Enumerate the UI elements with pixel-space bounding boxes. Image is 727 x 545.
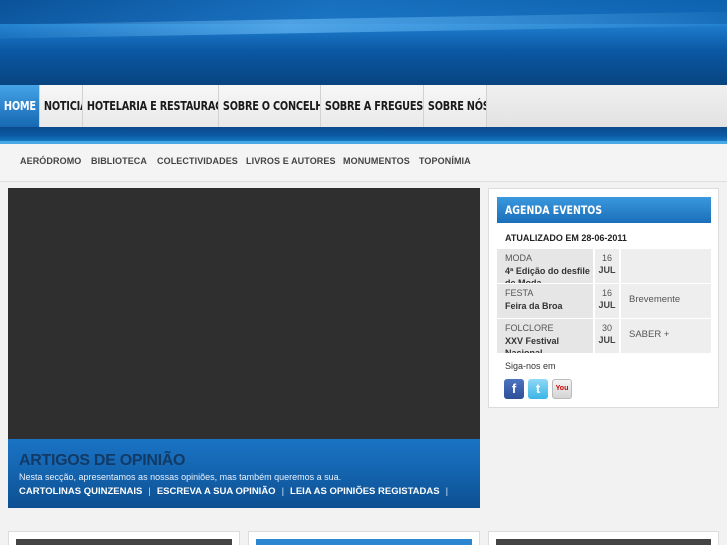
follow-label: Siga-nos em [505, 361, 556, 371]
event-category: MODA [505, 253, 532, 263]
sub-navigation: AERÓDROMO BIBLIOTECA COLECTIVIDADES LIVR… [0, 144, 727, 182]
event-month: JUL [598, 265, 616, 275]
facebook-glyph: f [511, 381, 517, 396]
event-action [621, 249, 711, 283]
subnav-toponimia[interactable]: TOPONÍMIA [419, 156, 471, 166]
slider-description: Nesta secção, apresentamos as nossas opi… [19, 472, 342, 482]
link-separator: | [281, 486, 285, 497]
twitter-glyph: t [535, 381, 541, 396]
event-day: 16 [601, 288, 612, 298]
subnav-livros-autores[interactable]: LIVROS E AUTORES [246, 156, 336, 166]
event-info: FESTA Feira da Broa [497, 284, 593, 318]
agenda-header: AGENDA EVENTOS [497, 197, 711, 223]
event-title[interactable]: XXV Festival Nacional [505, 335, 593, 353]
bottom-block-1 [8, 531, 240, 545]
slider-links: CARTOLINAS QUINZENAIS | ESCREVA A SUA OPIN… [19, 486, 454, 497]
bottom-block-header [256, 539, 472, 545]
event-action: SABER + [621, 319, 711, 353]
bottom-block-header [496, 539, 711, 545]
nav-home[interactable]: HOME [0, 85, 40, 127]
event-action-label[interactable]: SABER + [629, 329, 669, 340]
youtube-glyph: You [555, 385, 569, 392]
main-navigation: HOME NOTICIAS HOTELARIA E RESTAURAÇÃO SO… [0, 85, 727, 127]
featured-slider[interactable]: ARTIGOS DE OPINIÃO Nesta secção, apresen… [8, 188, 480, 508]
nav-filler [487, 85, 727, 127]
nav-label: HOTELARIA E RESTAURAÇÃO [86, 98, 218, 113]
nav-blue-bar [0, 127, 727, 144]
subnav-colectividades[interactable]: COLECTIVIDADES [157, 156, 238, 166]
nav-label: HOME [3, 98, 36, 113]
link-leia-opinioes[interactable]: LEIA AS OPINIÕES REGISTADAS [290, 486, 440, 497]
subnav-biblioteca[interactable]: BIBLIOTECA [91, 156, 147, 166]
bottom-block-3 [488, 531, 719, 545]
event-date: 30 JUL [595, 319, 619, 353]
nav-label: SOBRE A FREGUESIA [324, 98, 424, 113]
bottom-block-2 [248, 531, 480, 545]
subnav-aerodromo[interactable]: AERÓDROMO [20, 156, 81, 166]
event-title[interactable]: Feira da Broa [505, 300, 593, 312]
nav-label: SOBRE O CONCELHO [222, 98, 321, 113]
event-day: 30 [601, 323, 612, 333]
event-category: FESTA [505, 288, 534, 298]
slider-title: ARTIGOS DE OPINIÃO [19, 452, 186, 469]
twitter-icon[interactable]: t [528, 379, 548, 399]
event-action-label[interactable]: Brevemente [629, 294, 680, 305]
nav-label: NOTICIAS [43, 98, 82, 113]
slider-caption: ARTIGOS DE OPINIÃO Nesta secção, apresen… [8, 439, 480, 508]
nav-sobre-nos[interactable]: SOBRE NÓS [424, 85, 487, 127]
agenda-panel: AGENDA EVENTOS ATUALIZADO EM 28-06-2011 … [488, 188, 719, 408]
agenda-event-row[interactable]: MODA 4ª Edição do desfile de Moda 16 JUL [497, 249, 711, 283]
event-date: 16 JUL [595, 249, 619, 283]
event-info: MODA 4ª Edição do desfile de Moda [497, 249, 593, 283]
event-action: Brevemente [621, 284, 711, 318]
nav-hotelaria[interactable]: HOTELARIA E RESTAURAÇÃO [83, 85, 219, 127]
event-info: FOLCLORE XXV Festival Nacional [497, 319, 593, 353]
youtube-icon[interactable]: You [552, 379, 572, 399]
main-nav-items: HOME NOTICIAS HOTELARIA E RESTAURAÇÃO SO… [0, 85, 727, 127]
link-separator: | [148, 486, 151, 497]
nav-sobre-freguesia[interactable]: SOBRE A FREGUESIA [321, 85, 424, 127]
link-escreva-opiniao[interactable]: ESCREVA A SUA OPINIÃO [157, 486, 276, 497]
facebook-icon[interactable]: f [504, 379, 524, 399]
agenda-updated: ATUALIZADO EM 28-06-2011 [505, 233, 627, 243]
event-day: 16 [601, 253, 612, 263]
event-month: JUL [598, 300, 616, 310]
nav-label: SOBRE NÓS [427, 98, 487, 113]
agenda-event-row[interactable]: FESTA Feira da Broa 16 JUL Brevemente [497, 284, 711, 318]
link-cartolinas-quinzenais[interactable]: CARTOLINAS QUINZENAIS [19, 486, 142, 497]
nav-sobre-concelho[interactable]: SOBRE O CONCELHO [219, 85, 321, 127]
event-date: 16 JUL [595, 284, 619, 318]
header-banner [0, 0, 727, 85]
event-title[interactable]: 4ª Edição do desfile de Moda [505, 265, 593, 283]
event-category: FOLCLORE [505, 323, 554, 333]
event-month: JUL [598, 335, 616, 345]
bottom-block-header [16, 539, 232, 545]
agenda-event-row[interactable]: FOLCLORE XXV Festival Nacional 30 JUL SA… [497, 319, 711, 353]
nav-noticias[interactable]: NOTICIAS [40, 85, 83, 127]
agenda-title: AGENDA EVENTOS [505, 203, 603, 217]
subnav-monumentos[interactable]: MONUMENTOS [343, 156, 410, 166]
link-separator: | [445, 486, 449, 497]
